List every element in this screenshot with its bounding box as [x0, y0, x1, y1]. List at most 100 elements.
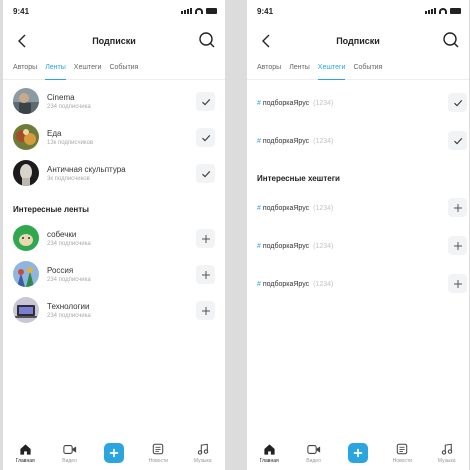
plus-icon [201, 306, 210, 315]
check-icon [453, 137, 462, 144]
nav-home[interactable]: Главная [6, 442, 44, 464]
status-icons [425, 8, 461, 14]
subscribe-button[interactable] [196, 265, 215, 284]
section-title-interesting-hashtags: Интересные хештеги [257, 174, 340, 183]
feed-avatar-cinema [13, 88, 39, 114]
hashtag-count: (1234) [313, 99, 334, 107]
status-time: 9:41 [13, 7, 30, 16]
wifi-icon [439, 8, 447, 14]
search-button[interactable] [441, 30, 461, 50]
search-icon [199, 32, 215, 48]
unsubscribe-button[interactable] [196, 128, 215, 147]
check-icon [201, 98, 210, 105]
signal-icon [425, 8, 436, 14]
music-icon [441, 443, 452, 455]
home-icon [20, 443, 31, 455]
list-item[interactable]: Еда 13к подписчиков [11, 119, 217, 155]
interesting-hashtags-list: # подборкаЯрус (1234) # подборкаЯрус (12… [247, 189, 469, 303]
unsubscribe-button[interactable] [448, 131, 467, 150]
nav-home[interactable]: Главная [250, 442, 288, 464]
feed-avatar-sculpture [13, 160, 39, 186]
unsubscribe-button[interactable] [196, 92, 215, 111]
plus-icon [201, 234, 210, 243]
news-icon [153, 443, 164, 455]
plus-icon [201, 270, 210, 279]
hashtags-screen: 9:41 Подписки Авторы Ленты Хештеги Событ… [247, 0, 469, 470]
tab-feeds[interactable]: Ленты [289, 60, 310, 79]
tab-feeds[interactable]: Ленты [45, 60, 66, 80]
list-item[interactable]: # подборкаЯрус (1234) [247, 122, 469, 160]
plus-icon [453, 241, 462, 250]
subscribe-button[interactable] [448, 236, 467, 255]
feed-title: Еда [47, 128, 62, 138]
list-item[interactable]: # подборкаЯрус (1234) [247, 189, 469, 227]
plus-icon [453, 203, 462, 212]
search-icon [443, 32, 459, 48]
tab-authors[interactable]: Авторы [257, 60, 281, 79]
nav-label: Главная [15, 458, 35, 464]
list-item[interactable]: # подборкаЯрус (1234) [247, 265, 469, 303]
feed-avatar-dogs [13, 225, 39, 251]
nav-create[interactable] [339, 443, 377, 463]
hashtag-label: # подборкаЯрус (1234) [257, 243, 333, 250]
feed-title: Технологии [47, 301, 90, 311]
nav-label: Музыка [437, 458, 456, 464]
hashtag-count: (1234) [313, 137, 334, 145]
nav-create[interactable] [95, 443, 133, 463]
hashtag-name: подборкаЯрус [262, 99, 310, 107]
feed-subscribers: 234 подписчика [47, 312, 91, 319]
video-icon [62, 444, 76, 454]
list-item[interactable]: Античная скульптура 3к подписчиков [11, 155, 217, 191]
check-icon [453, 99, 462, 106]
tab-events[interactable]: События [109, 60, 138, 79]
nav-label: Новости [148, 458, 169, 464]
plus-icon [453, 279, 462, 288]
battery-icon [450, 8, 461, 14]
nav-video[interactable]: Видео [295, 442, 333, 464]
subscribe-button[interactable] [196, 229, 215, 248]
hash-sign: # [257, 280, 261, 288]
nav-video[interactable]: Видео [51, 442, 89, 464]
list-item[interactable]: # подборкаЯрус (1234) [247, 227, 469, 265]
hash-sign: # [257, 137, 261, 145]
news-icon [397, 443, 408, 455]
feeds-screen: 9:41 Подписки Авторы Ленты Хештеги Событ… [3, 0, 225, 470]
wifi-icon [195, 8, 203, 14]
list-item[interactable]: собечки 234 подписчика [11, 220, 217, 256]
hashtag-label: # подборкаЯрус (1234) [257, 281, 333, 288]
tab-events[interactable]: События [353, 60, 382, 79]
hashtag-count: (1234) [313, 280, 334, 288]
subscribed-hashtags-list: # подборкаЯрус (1234) # подборкаЯрус (12… [247, 80, 469, 160]
feed-title: Россия [47, 265, 74, 275]
hash-sign: # [257, 242, 261, 250]
tab-hashtags[interactable]: Хештеги [317, 60, 345, 80]
subscribe-button[interactable] [448, 274, 467, 293]
page-title: Подписки [336, 36, 380, 46]
hashtag-label: # подборкаЯрус (1234) [257, 100, 333, 107]
list-item[interactable]: Cinema 234 подписчика [11, 83, 217, 119]
list-item[interactable]: Россия 234 подписчика [11, 256, 217, 292]
subscribe-button[interactable] [196, 301, 215, 320]
bottom-nav: Главная Видео Новости Музыка [247, 436, 469, 470]
check-icon [201, 134, 210, 141]
list-item[interactable]: # подборкаЯрус (1234) [247, 84, 469, 122]
signal-icon [181, 8, 192, 14]
tab-hashtags[interactable]: Хештеги [74, 60, 102, 79]
hashtag-name: подборкаЯрус [262, 280, 310, 288]
search-button[interactable] [197, 30, 217, 50]
subscribe-button[interactable] [448, 198, 467, 217]
battery-icon [206, 8, 217, 14]
tab-authors[interactable]: Авторы [13, 60, 37, 79]
nav-music[interactable]: Музыка [184, 442, 222, 464]
check-icon [201, 170, 210, 177]
hashtag-label: # подборкаЯрус (1234) [257, 138, 333, 145]
nav-music[interactable]: Музыка [428, 442, 466, 464]
unsubscribe-button[interactable] [196, 164, 215, 183]
list-item[interactable]: Технологии 234 подписчика [11, 292, 217, 328]
nav-news[interactable]: Новости [139, 442, 177, 464]
nav-news[interactable]: Новости [383, 442, 421, 464]
plus-icon [353, 448, 363, 458]
feed-subscribers: 234 подписчика [47, 103, 91, 110]
feed-avatar-tech [13, 297, 39, 323]
unsubscribe-button[interactable] [448, 93, 467, 112]
